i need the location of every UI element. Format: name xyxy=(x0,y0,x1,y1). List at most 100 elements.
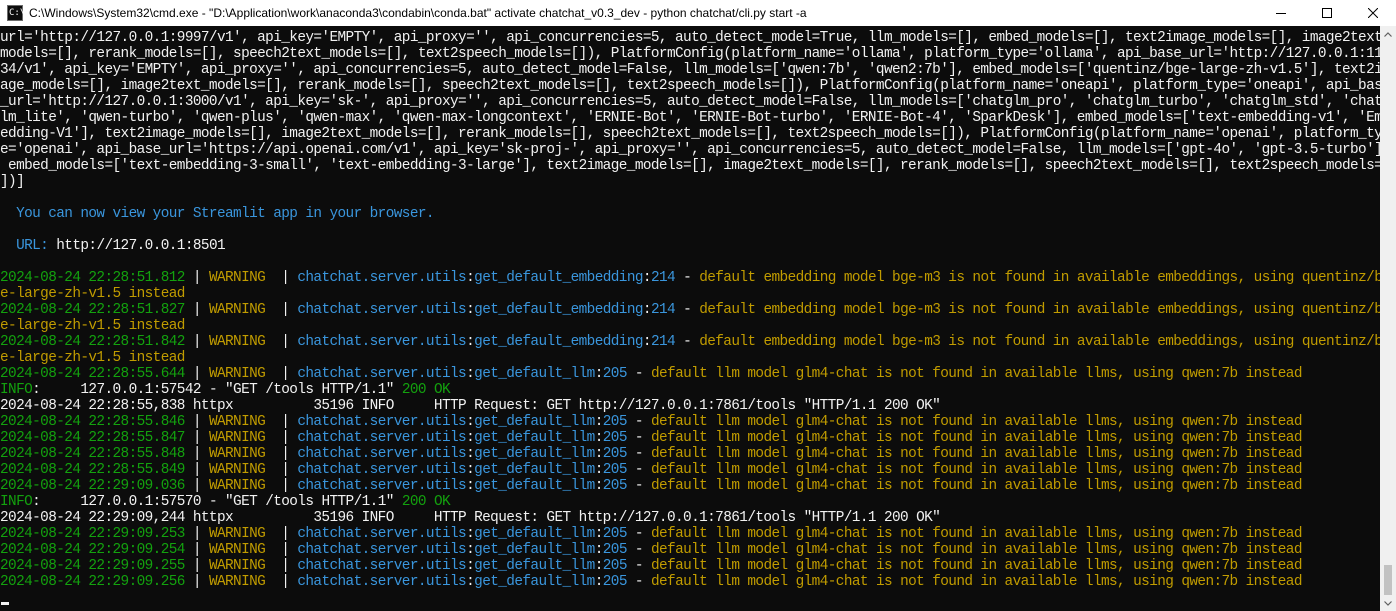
console-text-segment: 2024-08-24 22:28:51.827 xyxy=(0,302,185,318)
console-text-segment: : xyxy=(642,334,652,350)
console-text-segment: get_default_llm xyxy=(474,414,595,430)
console-text-segment: WARNING xyxy=(208,334,274,350)
console-text-segment: chatchat.server.utils xyxy=(297,414,467,430)
console-text-segment: : xyxy=(594,446,604,462)
console-text-segment: 205 xyxy=(602,574,628,590)
console-output[interactable]: url='http://127.0.0.1:9997/v1', api_key=… xyxy=(0,26,1380,611)
minimize-button[interactable] xyxy=(1258,0,1304,26)
console-text-segment: 205 xyxy=(602,446,628,462)
console-text-segment: WARNING xyxy=(208,462,274,478)
console-text-segment: 214 xyxy=(650,270,676,286)
console-text-segment: 2024-08-24 22:28:55.848 xyxy=(0,446,185,462)
console-text-segment: _url='http://127.0.0.1:3000/v1', api_key… xyxy=(0,94,1380,110)
console-line: ])] xyxy=(0,174,25,190)
console-line: 2024-08-24 22:28:55,838 httpx 35196 INFO… xyxy=(0,398,941,414)
console-text-segment: | xyxy=(184,526,209,542)
console-text-segment: 214 xyxy=(650,302,676,318)
console-text-segment: : xyxy=(642,302,652,318)
console-text-segment: - xyxy=(675,302,700,318)
console-text-segment: You can now view your Streamlit app in y… xyxy=(0,206,434,222)
console-text-segment: get_default_embedding xyxy=(474,270,643,286)
console-text-segment: chatchat.server.utils xyxy=(297,270,467,286)
console-text-segment: get_default_llm xyxy=(474,558,595,574)
console-text-segment: lm_lite', 'qwen-turbo', 'qwen-plus', 'qw… xyxy=(0,110,1380,126)
console-text-segment: default embedding model bge-m3 is not fo… xyxy=(699,270,1380,286)
console-text-segment: edding-V1'], text2image_models=[], image… xyxy=(0,126,1380,142)
console-text-segment: WARNING xyxy=(208,270,274,286)
console-text-segment: get_default_llm xyxy=(474,366,595,382)
console-line: models=[], rerank_models=[], speech2text… xyxy=(0,46,1380,62)
title-bar[interactable]: C:\ C:\Windows\System32\cmd.exe - "D:\Ap… xyxy=(0,0,1396,26)
console-text-segment: default llm model glm4-chat is not found… xyxy=(650,558,1303,574)
console-text-segment: | xyxy=(184,446,209,462)
console-text-segment: 2024-08-24 22:28:51.812 xyxy=(0,270,185,286)
console-text-segment: - xyxy=(626,478,651,494)
console-text-segment: 205 xyxy=(602,462,628,478)
console-text-segment: 205 xyxy=(602,526,628,542)
console-text-segment: | xyxy=(184,478,209,494)
console-text-segment: | xyxy=(184,542,209,558)
console-text-segment: | xyxy=(273,366,298,382)
console-text-segment: INFO xyxy=(0,494,33,510)
console-line: 2024-08-24 22:29:09.254 | WARNING | chat… xyxy=(0,542,1302,558)
console-line: 2024-08-24 22:28:55.847 | WARNING | chat… xyxy=(0,430,1302,446)
console-text-segment: 2024-08-24 22:29:09.253 xyxy=(0,526,185,542)
console-text-segment: - xyxy=(675,270,700,286)
console-text-segment: chatchat.server.utils xyxy=(297,542,467,558)
console-text-segment: default llm model glm4-chat is not found… xyxy=(650,414,1303,430)
console-text-segment: - xyxy=(626,574,651,590)
console-text-segment: | xyxy=(184,334,209,350)
console-text-segment: WARNING xyxy=(208,542,274,558)
console-text-segment: chatchat.server.utils xyxy=(297,334,467,350)
console-text-segment: e-large-zh-v1.5 instead xyxy=(0,318,185,334)
console-text-segment: : xyxy=(594,366,604,382)
cmd-window: C:\ C:\Windows\System32\cmd.exe - "D:\Ap… xyxy=(0,0,1396,611)
console-text-segment: chatchat.server.utils xyxy=(297,446,467,462)
console-text-segment: | xyxy=(273,574,298,590)
console-line: url='http://127.0.0.1:9997/v1', api_key=… xyxy=(0,30,1380,46)
console-text-segment: get_default_llm xyxy=(474,446,595,462)
console-text-segment: | xyxy=(273,542,298,558)
console-text-segment: get_default_llm xyxy=(474,526,595,542)
console-line: embed_models=['text-embedding-3-small', … xyxy=(0,158,1380,174)
scrollbar-thumb[interactable] xyxy=(1384,565,1392,595)
console-text-segment: | xyxy=(184,366,209,382)
console-text-segment: default llm model glm4-chat is not found… xyxy=(650,478,1303,494)
console-text-segment: 205 xyxy=(602,478,628,494)
console-text-segment: chatchat.server.utils xyxy=(297,462,467,478)
console-line: age_models=[], image2text_models=[], rer… xyxy=(0,78,1380,94)
console-text-segment: | xyxy=(273,558,298,574)
console-text-segment: ])] xyxy=(0,174,25,190)
console-text-segment: | xyxy=(184,414,209,430)
console-text-segment: | xyxy=(273,302,298,318)
console-text-segment: INFO xyxy=(0,382,33,398)
console-line: 34/v1', api_key='EMPTY', api_proxy='', a… xyxy=(0,62,1380,78)
maximize-button[interactable] xyxy=(1304,0,1350,26)
console-text-segment: : xyxy=(466,558,475,574)
console-text-segment: : xyxy=(466,334,475,350)
scroll-down-button[interactable] xyxy=(1380,595,1396,611)
console-line: 2024-08-24 22:29:09.255 | WARNING | chat… xyxy=(0,558,1302,574)
console-text-segment: | xyxy=(184,270,209,286)
console-line: URL: http://127.0.0.1:8501 xyxy=(0,238,226,254)
console-line: 2024-08-24 22:29:09.253 | WARNING | chat… xyxy=(0,526,1302,542)
console-text-segment: : xyxy=(594,478,604,494)
console-line: You can now view your Streamlit app in y… xyxy=(0,206,434,222)
scroll-up-button[interactable] xyxy=(1380,26,1396,42)
console-text-segment: 2024-08-24 22:28:55.644 xyxy=(0,366,185,382)
close-button[interactable] xyxy=(1350,0,1396,26)
console-text-segment: | xyxy=(273,414,298,430)
console-text-segment: WARNING xyxy=(208,366,274,382)
console-line: 2024-08-24 22:28:55.846 | WARNING | chat… xyxy=(0,414,1302,430)
console-text-segment: : xyxy=(594,558,604,574)
minimize-icon xyxy=(1276,13,1286,14)
console-text-segment: 34/v1', api_key='EMPTY', api_proxy='', a… xyxy=(0,62,1380,78)
console-text-segment: get_default_embedding xyxy=(474,302,643,318)
console-line: 2024-08-24 22:29:09.036 | WARNING | chat… xyxy=(0,478,1302,494)
vertical-scrollbar[interactable] xyxy=(1380,26,1396,611)
console-line: edding-V1'], text2image_models=[], image… xyxy=(0,126,1380,142)
console-text-segment: default llm model glm4-chat is not found… xyxy=(650,462,1303,478)
window-title: C:\Windows\System32\cmd.exe - "D:\Applic… xyxy=(29,6,807,20)
console-text-segment: e='openai', api_base_url='https://api.op… xyxy=(0,142,1380,158)
console-text-segment: age_models=[], image2text_models=[], rer… xyxy=(0,78,1380,94)
